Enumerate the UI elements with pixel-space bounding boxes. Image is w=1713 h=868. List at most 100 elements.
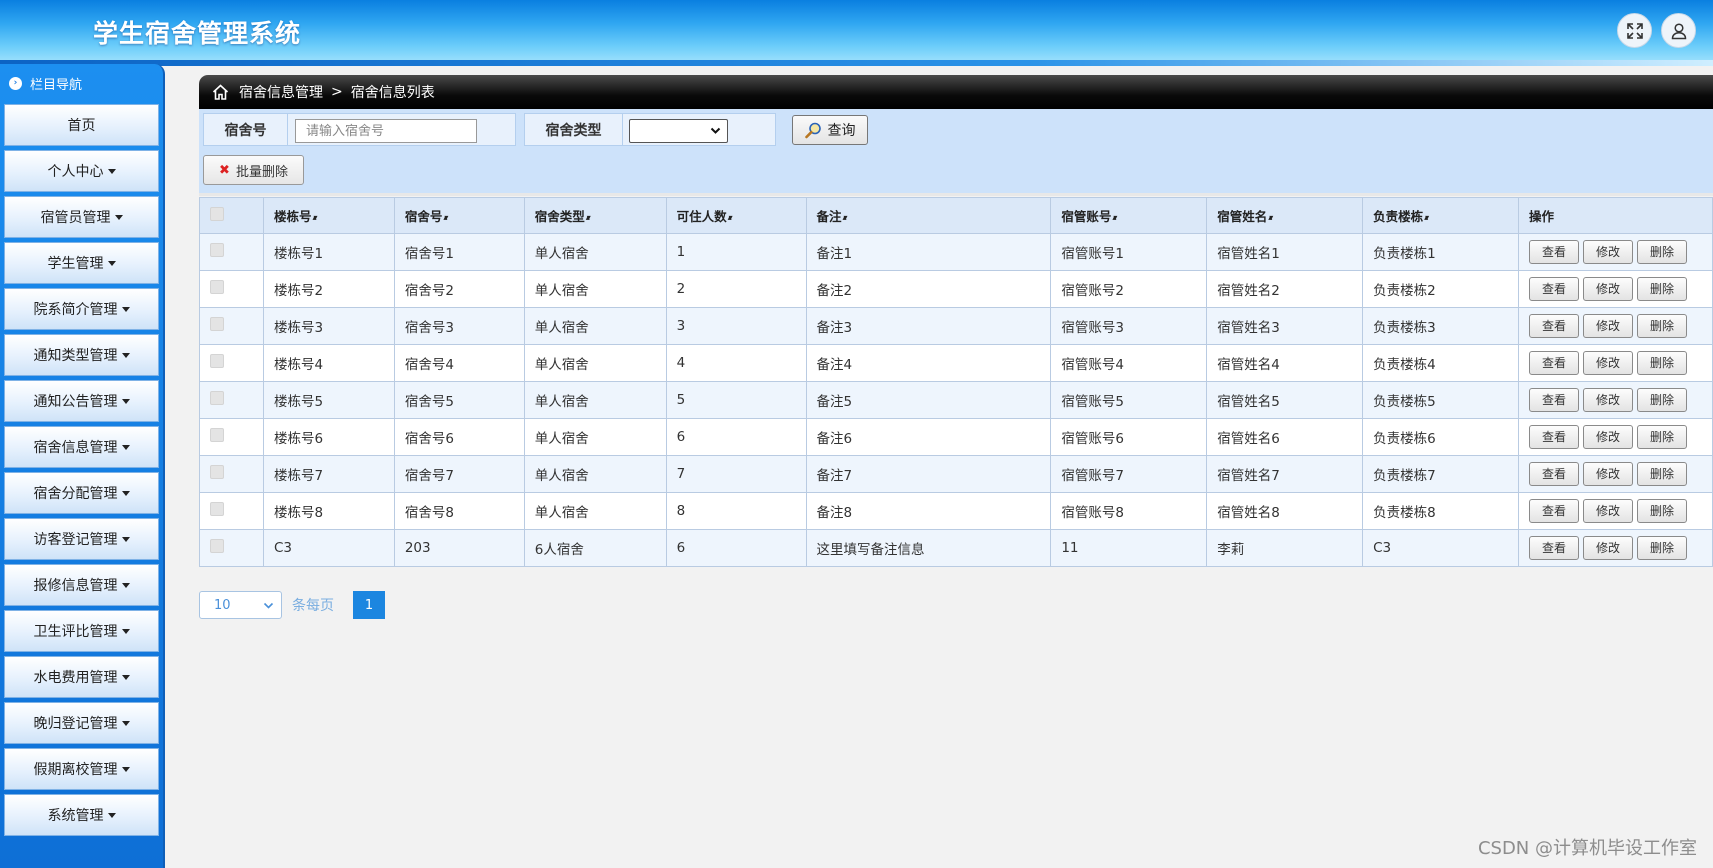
page-size-select[interactable]: 10 — [199, 591, 282, 619]
sort-icon[interactable]: ▴▾ — [1112, 213, 1117, 222]
edit-button[interactable]: 修改 — [1582, 351, 1633, 375]
delete-button[interactable]: 删除 — [1636, 462, 1687, 486]
table-cell: 宿舍号5 — [393, 381, 525, 419]
sidebar-item[interactable]: 系统管理 — [4, 794, 159, 836]
sidebar-item[interactable]: 假期离校管理 — [4, 748, 159, 790]
watermark: CSDN @计算机毕设工作室 — [1477, 838, 1697, 859]
table-cell: 5 — [665, 381, 807, 419]
sidebar-item[interactable]: 访客登记管理 — [4, 518, 159, 560]
view-button[interactable]: 查看 — [1528, 499, 1579, 523]
edit-button[interactable]: 修改 — [1582, 240, 1633, 264]
breadcrumb-section[interactable]: 宿舍信息管理 — [239, 82, 323, 102]
table-cell: 负责楼栋2 — [1362, 270, 1519, 308]
view-button[interactable]: 查看 — [1528, 425, 1579, 449]
table-cell: 宿舍号8 — [393, 492, 525, 530]
delete-x-icon: ✖ — [219, 162, 230, 178]
sidebar-item[interactable]: 学生管理 — [4, 242, 159, 284]
sidebar-item[interactable]: 宿舍信息管理 — [4, 426, 159, 468]
delete-button[interactable]: 删除 — [1636, 314, 1687, 338]
table-cell: 宿管姓名7 — [1206, 455, 1364, 493]
sidebar-item[interactable]: 报修信息管理 — [4, 564, 159, 606]
page-button-current[interactable]: 1 — [353, 591, 385, 619]
view-button[interactable]: 查看 — [1528, 388, 1579, 412]
row-checkbox[interactable] — [210, 502, 224, 516]
sidebar-item[interactable]: 个人中心 — [4, 150, 159, 192]
fullscreen-button[interactable] — [1617, 13, 1652, 48]
row-checkbox-cell — [199, 455, 264, 493]
room-type-select[interactable] — [629, 119, 728, 143]
sidebar-item[interactable]: 晚归登记管理 — [4, 702, 159, 744]
sort-icon[interactable]: ▴▾ — [312, 213, 317, 222]
delete-button[interactable]: 删除 — [1636, 277, 1687, 301]
row-checkbox-cell — [199, 529, 264, 567]
delete-button[interactable]: 删除 — [1636, 351, 1687, 375]
row-checkbox[interactable] — [210, 243, 224, 257]
table-cell: 负责楼栋4 — [1362, 344, 1519, 382]
sort-icon[interactable]: ▴▾ — [843, 213, 848, 222]
column-header[interactable]: 宿管姓名▴▾ — [1206, 197, 1364, 234]
edit-button[interactable]: 修改 — [1582, 388, 1633, 412]
row-checkbox[interactable] — [210, 391, 224, 405]
nav-toggle-icon[interactable]: › — [9, 76, 22, 90]
room-search-label: 宿舍号 — [204, 114, 288, 145]
caret-down-icon — [121, 674, 130, 680]
sort-icon[interactable]: ▴▾ — [728, 213, 733, 222]
edit-button[interactable]: 修改 — [1582, 536, 1633, 560]
sort-icon[interactable]: ▴▾ — [586, 213, 591, 222]
select-all-cell — [199, 197, 264, 234]
delete-button[interactable]: 删除 — [1636, 499, 1687, 523]
delete-button[interactable]: 删除 — [1636, 240, 1687, 264]
sidebar-item-label: 院系简介管理 — [33, 302, 118, 318]
sidebar-item[interactable]: 宿舍分配管理 — [4, 472, 159, 514]
sidebar-item[interactable]: 通知公告管理 — [4, 380, 159, 422]
caret-down-icon — [107, 812, 116, 818]
row-checkbox[interactable] — [210, 280, 224, 294]
edit-button[interactable]: 修改 — [1582, 425, 1633, 449]
sidebar-item[interactable]: 水电费用管理 — [4, 656, 159, 698]
column-header[interactable]: 宿舍类型▴▾ — [523, 197, 667, 234]
edit-button[interactable]: 修改 — [1582, 499, 1633, 523]
column-header[interactable]: 备注▴▾ — [805, 197, 1052, 234]
home-icon[interactable] — [212, 84, 229, 100]
sidebar-item[interactable]: 宿管员管理 — [4, 196, 159, 238]
caret-down-icon — [121, 444, 130, 450]
column-header[interactable]: 负责楼栋▴▾ — [1362, 197, 1519, 234]
sort-icon[interactable]: ▴▾ — [443, 213, 448, 222]
view-button[interactable]: 查看 — [1528, 536, 1579, 560]
edit-button[interactable]: 修改 — [1582, 462, 1633, 486]
column-header[interactable]: 宿舍号▴▾ — [393, 197, 525, 234]
column-header[interactable]: 宿管账号▴▾ — [1050, 197, 1208, 234]
view-button[interactable]: 查看 — [1528, 351, 1579, 375]
column-header[interactable]: 可住人数▴▾ — [665, 197, 807, 234]
row-checkbox[interactable] — [210, 354, 224, 368]
view-button[interactable]: 查看 — [1528, 240, 1579, 264]
sidebar-item[interactable]: 通知类型管理 — [4, 334, 159, 376]
room-search-group: 宿舍号 — [203, 113, 516, 146]
sidebar-item[interactable]: 卫生评比管理 — [4, 610, 159, 652]
row-checkbox[interactable] — [210, 317, 224, 331]
table-cell: 备注6 — [805, 418, 1052, 456]
query-button[interactable]: 查询 — [792, 115, 868, 145]
batch-delete-button[interactable]: ✖ 批量删除 — [203, 155, 304, 185]
view-button[interactable]: 查看 — [1528, 277, 1579, 301]
sidebar-item[interactable]: 首页 — [4, 104, 159, 146]
select-all-checkbox[interactable] — [210, 207, 224, 221]
sidebar: › 栏目导航 首页 个人中心 宿管员管理 学生管理 院系简介管理 通知类型管理 通知公告管理… — [0, 64, 165, 868]
delete-button[interactable]: 删除 — [1636, 388, 1687, 412]
column-header[interactable]: 楼栋号▴▾ — [262, 197, 395, 234]
sidebar-item-label: 个人中心 — [47, 164, 104, 180]
sidebar-item[interactable]: 院系简介管理 — [4, 288, 159, 330]
room-search-input[interactable] — [295, 119, 477, 143]
view-button[interactable]: 查看 — [1528, 462, 1579, 486]
edit-button[interactable]: 修改 — [1582, 314, 1633, 338]
view-button[interactable]: 查看 — [1528, 314, 1579, 338]
edit-button[interactable]: 修改 — [1582, 277, 1633, 301]
row-checkbox[interactable] — [210, 428, 224, 442]
delete-button[interactable]: 删除 — [1636, 425, 1687, 449]
sort-icon[interactable]: ▴▾ — [1424, 213, 1429, 222]
delete-button[interactable]: 删除 — [1636, 536, 1687, 560]
user-button[interactable] — [1661, 13, 1696, 48]
row-checkbox[interactable] — [210, 465, 224, 479]
row-checkbox[interactable] — [210, 539, 224, 553]
sort-icon[interactable]: ▴▾ — [1268, 213, 1273, 222]
